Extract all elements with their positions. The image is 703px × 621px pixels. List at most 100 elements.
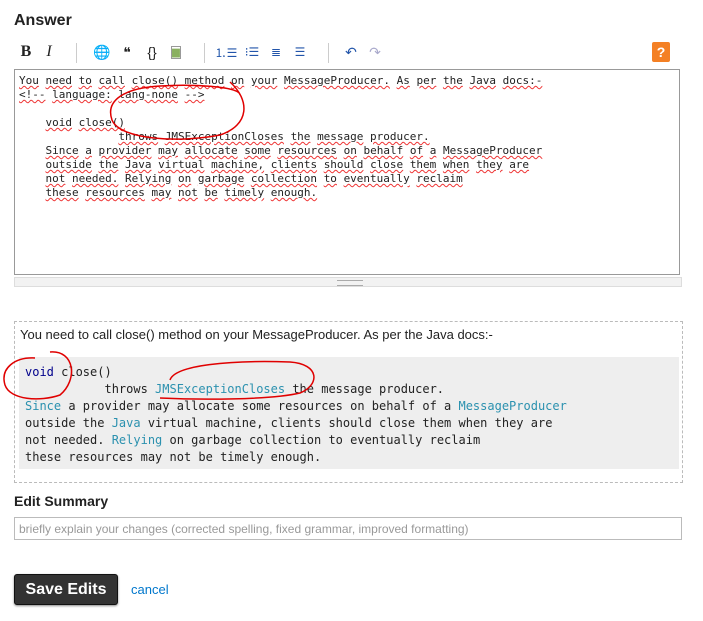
editor-word: the	[442, 74, 463, 87]
editor-word: on	[177, 172, 192, 185]
editor-word: docs:-	[502, 74, 543, 87]
help-icon: ?	[656, 44, 666, 60]
code-token-typ: Java	[111, 416, 141, 430]
editor-word: timely	[224, 186, 265, 199]
editor-word: throws	[118, 130, 159, 143]
undo-button[interactable]: ↶	[342, 42, 360, 62]
editor-word: on	[343, 144, 357, 157]
editor-word: void	[45, 116, 73, 129]
bulleted-list-icon: ⁝☰	[244, 45, 260, 59]
editor-line: <!-- language: lang-none -->	[19, 88, 675, 102]
editor-word: -->	[184, 88, 205, 101]
resize-grip[interactable]	[14, 277, 682, 287]
editor-word: virtual	[158, 158, 205, 171]
code-token-typ: Relying	[111, 433, 163, 447]
editor-word: reclaim	[416, 172, 463, 185]
code-line: these resources may not be timely enough…	[25, 449, 673, 466]
edit-summary-input[interactable]	[14, 517, 682, 540]
editor-word: provider	[98, 144, 152, 157]
editor-line: not needed. Relying on garbage collectio…	[19, 172, 675, 186]
link-button[interactable]: 🌐	[92, 42, 112, 62]
editor-word: resources	[85, 186, 145, 199]
editor-word: message	[317, 130, 364, 143]
cancel-link[interactable]: cancel	[131, 582, 169, 597]
editor-word: You	[19, 74, 39, 87]
save-edits-button[interactable]: Save Edits	[14, 574, 118, 605]
editor-line: these resources may not be timely enough…	[19, 186, 675, 200]
editor-line: throws JMSExceptionCloses the message pr…	[19, 130, 675, 144]
editor-word: needed.	[72, 172, 119, 185]
code-line: outside the Java virtual machine, client…	[25, 415, 673, 432]
code-text: not needed.	[25, 433, 112, 447]
editor-word: allocate	[184, 144, 238, 157]
editor-word: to	[78, 74, 92, 87]
editor-word: they	[476, 158, 503, 171]
image-icon: ▆	[171, 45, 181, 59]
preview-code-block: void close() throws JMSExceptionCloses t…	[19, 357, 679, 469]
editor-word: not	[45, 172, 66, 185]
editor-word: As	[396, 74, 410, 87]
preview-paragraph: You need to call close() method on your …	[20, 327, 493, 342]
editor-word: close	[370, 158, 404, 171]
code-text: on garbage collection to eventually recl…	[162, 433, 481, 447]
editor-word: enough.	[270, 186, 318, 199]
horizontal-rule-button[interactable]: ☰	[290, 42, 310, 62]
toolbar-divider	[204, 43, 205, 63]
editor-word: some	[244, 144, 271, 157]
editor-word: may	[151, 186, 172, 199]
editor-word: Java	[124, 158, 152, 171]
editor-word: to	[323, 172, 337, 185]
editor-word: outside	[45, 158, 92, 171]
italic-button[interactable]: I	[42, 42, 56, 62]
editor-word: Since	[45, 144, 79, 157]
code-line: not needed. Relying on garbage collectio…	[25, 432, 673, 449]
image-button[interactable]: ▆	[166, 42, 186, 62]
editor-word: clients	[270, 158, 318, 171]
code-text: the message producer.	[285, 382, 445, 396]
editor-word: Java	[469, 74, 496, 87]
bulleted-list-button[interactable]: ⁝☰	[242, 42, 262, 62]
editor-word: MessageProducer.	[283, 74, 390, 87]
editor-word: collection	[250, 172, 318, 185]
code-text: outside the	[25, 416, 112, 430]
editor-word: should	[323, 158, 364, 171]
code-token-typ: Since	[25, 399, 62, 413]
answer-heading: Answer	[14, 12, 72, 29]
editor-line: Since a provider may allocate some resou…	[19, 144, 675, 158]
answer-textarea[interactable]: You need to call close() method on your …	[14, 69, 680, 275]
editor-word: close()	[131, 74, 178, 87]
bold-button[interactable]: B	[19, 42, 33, 62]
horizontal-rule-icon: ☰	[294, 45, 306, 59]
heading-icon: ≣	[270, 45, 282, 59]
editor-word: MessageProducer	[442, 144, 543, 157]
code-token-typ: MessageProducer	[458, 399, 567, 413]
code-text: close()	[53, 365, 112, 379]
redo-button[interactable]: ↷	[366, 42, 384, 62]
editor-word: are	[509, 158, 530, 171]
editor-word: resources	[277, 144, 337, 157]
code-line: void close()	[25, 364, 673, 381]
editor-word: on	[230, 74, 245, 87]
editor-line: outside the Java virtual machine, client…	[19, 158, 675, 172]
editor-word: behalf	[363, 144, 404, 157]
editor-word: per	[416, 74, 437, 87]
code-button[interactable]: {}	[142, 42, 162, 62]
editor-toolbar: B I 🌐 ❝ {} ▆ ⒈☰ ⁝☰ ≣ ☰ ↶ ↷?	[14, 42, 684, 64]
editor-word: lang-none	[118, 88, 178, 101]
editor-word: be	[204, 186, 218, 199]
numbered-list-button[interactable]: ⒈☰	[215, 42, 238, 62]
editor-word: a	[429, 144, 437, 157]
editor-word: your	[250, 74, 278, 87]
heading-button[interactable]: ≣	[266, 42, 286, 62]
italic-icon: I	[46, 43, 52, 60]
help-button[interactable]: ?	[652, 42, 670, 62]
undo-icon: ↶	[345, 43, 357, 60]
editor-word: need	[45, 74, 73, 87]
blockquote-button[interactable]: ❝	[118, 42, 136, 62]
code-text: virtual machine, clients should close th…	[140, 416, 553, 430]
editor-line: You need to call close() method on your …	[19, 74, 675, 88]
editor-word: method	[184, 74, 225, 87]
code-line: Since a provider may allocate some resou…	[25, 398, 673, 415]
editor-word: Relying	[124, 172, 172, 185]
toolbar-divider	[76, 43, 77, 63]
